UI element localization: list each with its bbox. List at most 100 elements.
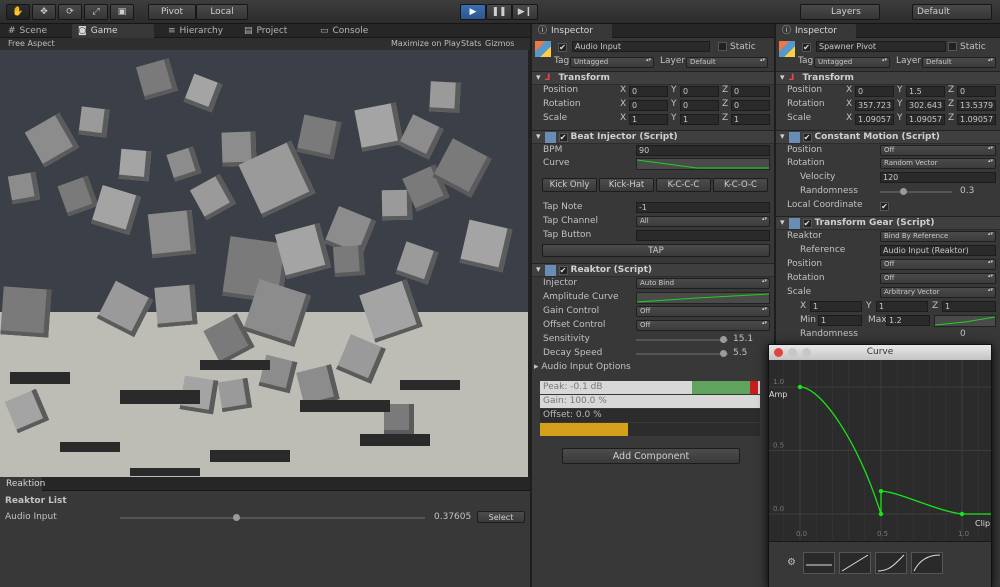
sensitivity-value[interactable]: 15.1 (733, 334, 753, 344)
tag-dropdown[interactable]: Untagged (814, 57, 890, 68)
layer-dropdown[interactable]: Default (922, 57, 996, 68)
curve-preset-button[interactable] (875, 552, 907, 574)
tap-button[interactable]: TAP (542, 244, 770, 257)
pause-button[interactable]: ❚❚ (486, 4, 512, 20)
position-x-field[interactable]: 0 (855, 86, 894, 97)
beat-injector-header[interactable]: ▾ ✔ Beat Injector (Script) (532, 130, 774, 144)
step-button[interactable]: ▶❙ (512, 4, 538, 20)
gear-y-field[interactable]: 1 (876, 301, 928, 312)
reaktor-enabled-checkbox[interactable]: ✔ (558, 265, 568, 275)
beat-preset-button[interactable]: K-C-O-C (713, 178, 768, 192)
rotate-tool-icon[interactable]: ⟳ (58, 4, 82, 20)
rotation-y-field[interactable]: 0 (680, 100, 719, 111)
gear-curve-field[interactable] (934, 315, 996, 327)
object-name-field[interactable]: Spawner Pivot (816, 41, 946, 52)
beat-preset-button[interactable]: Kick-Hat (599, 178, 654, 192)
gear-x-field[interactable]: 1 (810, 301, 862, 312)
local-toggle[interactable]: Local (196, 4, 248, 20)
gear-z-field[interactable]: 1 (942, 301, 996, 312)
constant-motion-header[interactable]: ▾ ✔ Constant Motion (Script) (776, 130, 1000, 144)
gear-enabled-checkbox[interactable]: ✔ (802, 218, 812, 228)
gear-randomness-value[interactable]: 0 (960, 329, 966, 339)
reaktor-select-button[interactable]: Select (477, 511, 525, 523)
scale-z-field[interactable]: 1 (731, 114, 770, 125)
move-tool-icon[interactable]: ✥ (32, 4, 56, 20)
curve-plot[interactable]: 1.0 0.5 0.0 0.0 0.5 1.0 Amp Clip (769, 360, 991, 540)
position-y-field[interactable]: 1.5 (906, 86, 945, 97)
tab-hierarchy[interactable]: ≡ Hierarchy (162, 24, 229, 38)
object-name-field[interactable]: Audio Input (572, 41, 710, 52)
scale-z-field[interactable]: 1.09057 (957, 114, 996, 125)
scale-y-field[interactable]: 1 (680, 114, 719, 125)
maximize-on-play-toggle[interactable]: Maximize on Play (391, 39, 461, 48)
transform-header[interactable]: ▾ ⅃ Transform (532, 71, 774, 85)
transform-gear-header[interactable]: ▾ ✔ Transform Gear (Script) (776, 216, 1000, 230)
curve-preset-button[interactable] (803, 552, 835, 574)
motion-randomness-knob[interactable] (900, 188, 907, 195)
tab-console[interactable]: ▭ Console (314, 24, 374, 38)
play-button[interactable]: ▶ (460, 4, 486, 20)
gear-position-dropdown[interactable]: Off (880, 259, 996, 270)
gear-max-field[interactable]: 1.2 (886, 315, 930, 326)
pivot-toggle[interactable]: Pivot (148, 4, 196, 20)
offset-control-dropdown[interactable]: Off (636, 320, 770, 331)
rotation-y-field[interactable]: 302.643 (906, 100, 945, 111)
stats-toggle[interactable]: Stats (461, 39, 481, 48)
minimize-icon[interactable] (788, 348, 797, 357)
tap-note-field[interactable]: -1 (636, 202, 770, 213)
active-checkbox[interactable]: ✔ (558, 43, 567, 52)
gizmos-toggle[interactable]: Gizmos (485, 39, 514, 48)
tab-inspector-2[interactable]: ⓘ Inspector (776, 24, 856, 38)
tab-inspector-1[interactable]: ⓘ Inspector (532, 24, 612, 38)
scale-x-field[interactable]: 1.09057 (855, 114, 894, 125)
gain-control-dropdown[interactable]: Off (636, 306, 770, 317)
motion-randomness-slider[interactable] (880, 191, 952, 193)
close-icon[interactable] (774, 348, 783, 357)
beat-preset-button[interactable]: K-C-C-C (656, 178, 711, 192)
gear-reference-field[interactable]: Audio Input (Reaktor) (880, 245, 996, 256)
amplitude-curve-field[interactable] (636, 292, 770, 304)
add-component-button[interactable]: Add Component (562, 448, 740, 464)
gear-rotation-dropdown[interactable]: Off (880, 273, 996, 284)
injector-dropdown[interactable]: Auto Bind (636, 278, 770, 289)
rotation-z-field[interactable]: 13.5379 (957, 100, 996, 111)
sensitivity-slider[interactable] (636, 339, 728, 341)
aspect-dropdown[interactable]: Free Aspect (8, 39, 55, 48)
scale-y-field[interactable]: 1.09057 (906, 114, 945, 125)
gear-reaktor-dropdown[interactable]: Bind By Reference (880, 231, 996, 242)
active-checkbox[interactable]: ✔ (802, 43, 811, 52)
beat-curve-field[interactable] (636, 158, 770, 170)
transform-header[interactable]: ▾ ⅃ Transform (776, 71, 1000, 85)
tab-scene[interactable]: # Scene (2, 24, 53, 38)
tab-reaktion[interactable]: Reaktion (0, 477, 45, 491)
curve-preset-button[interactable] (911, 552, 943, 574)
rotation-z-field[interactable]: 0 (731, 100, 770, 111)
rotation-x-field[interactable]: 0 (629, 100, 668, 111)
audio-input-options-foldout[interactable]: ▸ Audio Input Options (534, 362, 631, 372)
tab-project[interactable]: ▤ Project (238, 24, 293, 38)
reaktor-header[interactable]: ▾ ✔ Reaktor (Script) (532, 263, 774, 277)
motion-enabled-checkbox[interactable]: ✔ (802, 132, 812, 142)
gear-scale-dropdown[interactable]: Arbitrary Vector (880, 287, 996, 298)
local-coordinate-checkbox[interactable]: ✔ (880, 202, 889, 211)
maximize-icon[interactable] (802, 348, 811, 357)
layer-dropdown[interactable]: Default (686, 57, 768, 68)
decay-knob[interactable] (720, 350, 727, 357)
sensitivity-knob[interactable] (720, 336, 727, 343)
layers-dropdown[interactable]: Layers (800, 4, 880, 20)
decay-slider[interactable] (636, 353, 728, 355)
curve-preset-button[interactable] (839, 552, 871, 574)
motion-position-dropdown[interactable]: Off (880, 145, 996, 156)
position-z-field[interactable]: 0 (957, 86, 996, 97)
layout-dropdown[interactable]: Default (912, 4, 992, 20)
motion-randomness-value[interactable]: 0.3 (960, 186, 974, 196)
hand-tool-icon[interactable]: ✋ (6, 4, 30, 20)
tag-dropdown[interactable]: Untagged (570, 57, 654, 68)
beat-preset-button[interactable]: Kick Only (542, 178, 597, 192)
gear-min-field[interactable]: 1 (818, 315, 862, 326)
position-y-field[interactable]: 0 (680, 86, 719, 97)
bpm-field[interactable]: 90 (636, 145, 770, 156)
rect-tool-icon[interactable]: ▣ (110, 4, 134, 20)
tap-button-field[interactable] (636, 230, 770, 241)
beat-enabled-checkbox[interactable]: ✔ (558, 132, 568, 142)
